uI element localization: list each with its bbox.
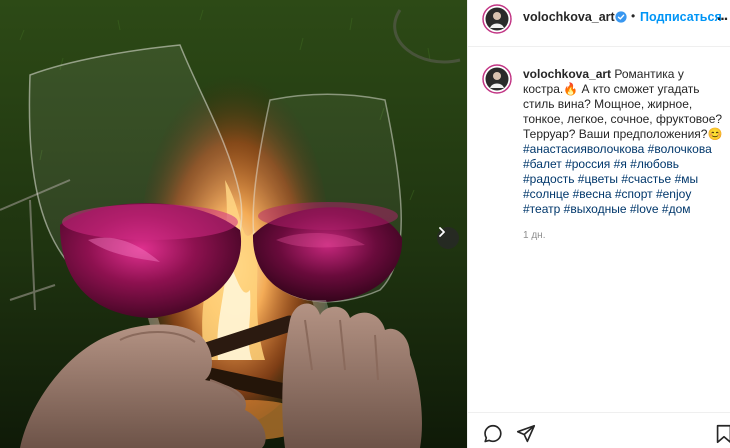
hashtag-link[interactable]: #я: [614, 157, 627, 171]
bookmark-icon[interactable]: [713, 423, 730, 445]
avatar-image: [482, 4, 512, 34]
comment-avatar[interactable]: [482, 64, 512, 94]
hashtag-link[interactable]: #счастье: [621, 172, 671, 186]
next-photo-button[interactable]: [437, 227, 459, 249]
comment-icon[interactable]: [482, 423, 504, 445]
hashtag-link[interactable]: #театр: [523, 202, 560, 216]
post-side-panel: volochkova_art • Подписаться ... volochk…: [467, 0, 730, 448]
post-actions: [468, 412, 730, 448]
caption-hashtags: #анастасияволочкова #волочкова #балет #р…: [523, 142, 712, 216]
hashtag-link[interactable]: #любовь: [630, 157, 679, 171]
hashtag-link[interactable]: #солнце: [523, 187, 569, 201]
post-photo[interactable]: [0, 0, 467, 448]
hashtag-link[interactable]: #весна: [573, 187, 612, 201]
hashtag-link[interactable]: #мы: [675, 172, 699, 186]
post-viewer: volochkova_art • Подписаться ... volochk…: [0, 0, 730, 448]
username-link[interactable]: volochkova_art: [523, 10, 615, 24]
hashtag-link[interactable]: #волочкова: [648, 142, 712, 156]
hashtag-link[interactable]: #love: [630, 202, 659, 216]
post-header: volochkova_art • Подписаться ...: [468, 0, 730, 47]
post-caption: volochkova_art Романтика у костра.🔥 А кт…: [523, 67, 723, 217]
hashtag-link[interactable]: #enjoy: [656, 187, 691, 201]
hashtag-link[interactable]: #цветы: [578, 172, 618, 186]
hashtag-link[interactable]: #выходные: [564, 202, 627, 216]
hashtag-link[interactable]: #радость: [523, 172, 574, 186]
avatar[interactable]: [482, 4, 512, 34]
hashtag-link[interactable]: #анастасияволочкова: [523, 142, 644, 156]
more-options-button[interactable]: ...: [714, 6, 730, 26]
separator-dot: •: [631, 9, 636, 23]
caption-username[interactable]: volochkova_art: [523, 67, 611, 81]
wine-photo-illustration: [0, 0, 467, 448]
hashtag-link[interactable]: #дом: [662, 202, 691, 216]
share-icon[interactable]: [515, 423, 537, 445]
hashtag-link[interactable]: #спорт: [615, 187, 653, 201]
hashtag-link[interactable]: #балет: [523, 157, 562, 171]
hashtag-link[interactable]: #россия: [565, 157, 610, 171]
avatar-image: [482, 64, 512, 94]
follow-button[interactable]: Подписаться: [640, 10, 722, 24]
verified-badge-icon: [615, 11, 627, 23]
post-timestamp[interactable]: 1 дн.: [523, 230, 545, 241]
chevron-right-icon: [439, 227, 445, 237]
